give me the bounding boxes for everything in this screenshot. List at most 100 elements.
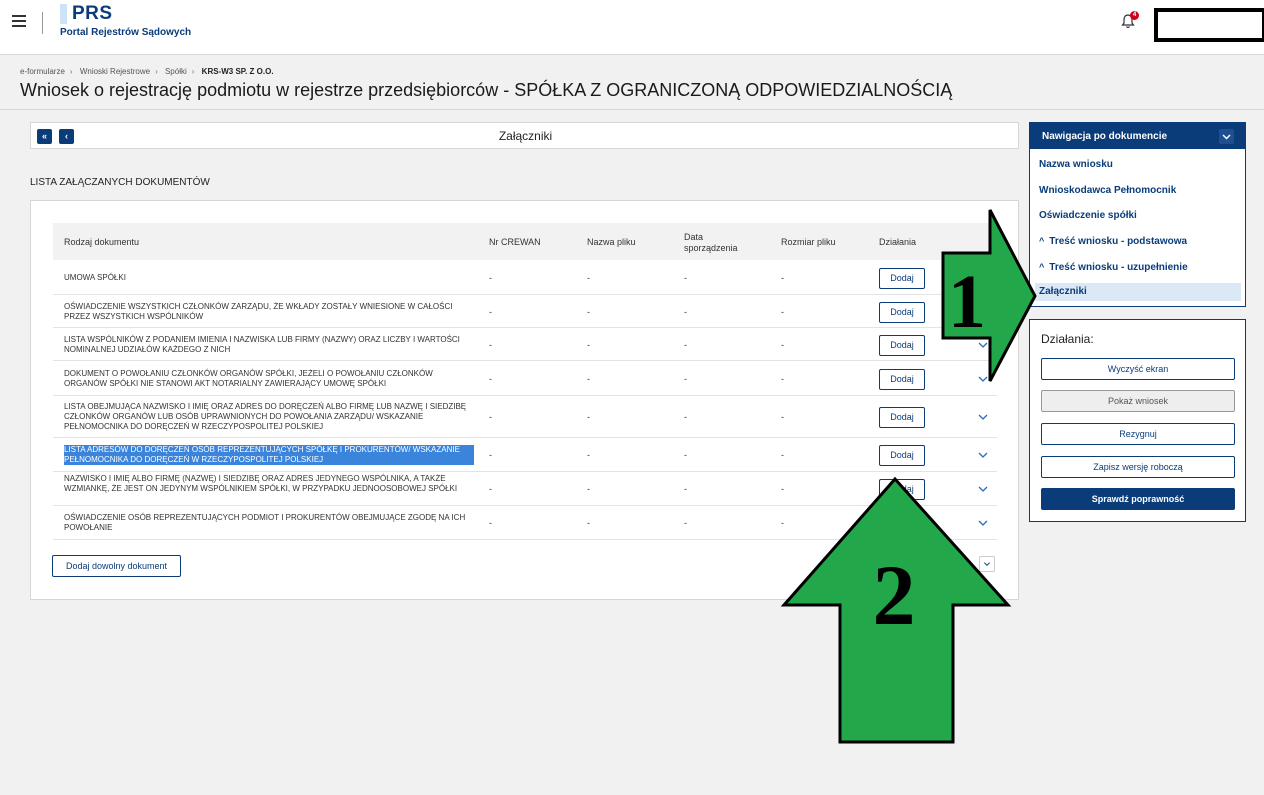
table-cell: - (781, 450, 784, 460)
table-cell: - (684, 518, 687, 528)
title-divider (0, 109, 1264, 110)
logo-mark (60, 4, 67, 24)
breadcrumb-item[interactable]: Spółki (165, 67, 187, 76)
add-document-button[interactable]: Dodaj (879, 513, 925, 534)
chevron-down-icon[interactable] (977, 484, 989, 494)
chevron-down-icon[interactable] (977, 450, 989, 460)
table-header: Rodzaj dokumentu Nr CREWAN Nazwa pliku D… (53, 223, 997, 260)
column-header: Działania (879, 237, 917, 247)
document-type-cell: OŚWIADCZENIE WSZYSTKICH CZŁONKÓW ZARZĄDU… (64, 302, 453, 321)
breadcrumb-separator: › (191, 67, 195, 76)
list-heading: LISTA ZAŁĄCZANYCH DOKUMENTÓW (30, 177, 210, 188)
column-header: Nazwa pliku (587, 237, 636, 247)
table-cell: - (781, 340, 784, 350)
document-type-cell: LISTA ADRESÓW DO DORĘCZEŃ OSÓB REPREZENT… (64, 445, 474, 465)
chevron-down-icon[interactable] (979, 556, 995, 572)
previous-section-button[interactable]: ‹ (59, 129, 74, 144)
add-any-document-button[interactable]: Dodaj dowolny dokument (52, 555, 181, 577)
table-cell: - (781, 273, 784, 283)
table-cell: - (587, 374, 590, 384)
table-cell: - (684, 273, 687, 283)
top-bar: PRS Portal Rejestrów Sądowych 4 (0, 0, 1264, 55)
table-cell: - (781, 484, 784, 494)
navigation-panel-header: Nawigacja po dokumencie (1030, 123, 1245, 149)
nav-item[interactable]: Oświadczenie spółki (1039, 207, 1241, 225)
add-document-button[interactable]: Dodaj (879, 479, 925, 500)
table-cell: - (781, 518, 784, 528)
chevron-down-icon[interactable] (977, 340, 989, 350)
table-cell: - (781, 374, 784, 384)
chevron-down-icon[interactable] (977, 518, 989, 528)
cancel-button[interactable]: Rezygnuj (1041, 423, 1235, 445)
add-document-button[interactable]: Dodaj (879, 445, 925, 466)
logo-subtitle[interactable]: Portal Rejestrów Sądowych (60, 27, 191, 38)
table-row: NAZWISKO I IMIĘ ALBO FIRMĘ (NAZWĘ) I SIE… (53, 472, 997, 506)
hamburger-menu-icon[interactable] (12, 15, 26, 27)
table-row: OŚWIADCZENIE WSZYSTKICH CZŁONKÓW ZARZĄDU… (53, 295, 997, 328)
document-navigation-panel: Nawigacja po dokumencie Nazwa wniosku Wni… (1029, 122, 1246, 307)
nav-item-label: Treść wniosku - uzupełnienie (1049, 262, 1188, 273)
table-cell: - (587, 273, 590, 283)
nav-item[interactable]: ^ Treść wniosku - uzupełnienie (1039, 258, 1241, 276)
clear-screen-button[interactable]: Wyczyść ekran (1041, 358, 1235, 380)
add-document-button[interactable]: Dodaj (879, 407, 925, 428)
nav-item[interactable]: Wnioskodawca Pełnomocnik (1039, 182, 1241, 200)
table-cell: - (684, 484, 687, 494)
table-row: UMOWA SPÓŁKI - - - - Dodaj (53, 260, 997, 295)
document-type-cell: LISTA OBEJMUJĄCA NAZWISKO I IMIĘ ORAZ AD… (64, 402, 467, 431)
breadcrumb-item[interactable]: Wnioski Rejestrowe (80, 67, 150, 76)
breadcrumb-current: KRS-W3 SP. Z O.O. (201, 67, 274, 76)
table-cell: - (587, 340, 590, 350)
actions-panel: Działania: Wyczyść ekran Pokaż wniosek R… (1029, 319, 1246, 522)
table-cell: - (489, 273, 492, 283)
table-cell: - (489, 412, 492, 422)
document-type-cell: OŚWIADCZENIE OSÓB REPREZENTUJĄCYCH PODMI… (64, 513, 466, 532)
document-type-cell: LISTA WSPÓLNIKÓW Z PODANIEM IMIENIA I NA… (64, 335, 460, 354)
chevron-down-icon[interactable] (977, 374, 989, 384)
chevron-up-icon: ^ (1039, 236, 1045, 246)
table-cell: - (781, 412, 784, 422)
validate-button[interactable]: Sprawdź poprawność (1041, 488, 1235, 510)
section-title: Załączniki (498, 129, 553, 143)
chevron-up-icon: ^ (1039, 262, 1045, 272)
add-document-button[interactable]: Dodaj (879, 369, 925, 390)
add-document-button[interactable]: Dodaj (879, 268, 925, 289)
add-document-button[interactable]: Dodaj (879, 335, 925, 356)
nav-item[interactable]: ^ Treść wniosku - podstawowa (1039, 232, 1241, 250)
table-cell: - (489, 450, 492, 460)
nav-item-label: Nazwa wniosku (1039, 159, 1113, 170)
table-cell: - (489, 484, 492, 494)
nav-item[interactable]: Nazwa wniosku (1039, 156, 1241, 174)
table-row: LISTA OBEJMUJĄCA NAZWISKO I IMIĘ ORAZ AD… (53, 396, 997, 438)
table-row: DOKUMENT O POWOŁANIU CZŁONKÓW ORGANÓW SP… (53, 361, 997, 396)
user-menu[interactable] (1154, 8, 1264, 42)
logo-title[interactable]: PRS (72, 3, 113, 25)
section-navigator: Załączniki « ‹ (30, 122, 1019, 149)
document-type-cell: DOKUMENT O POWOŁANIU CZŁONKÓW ORGANÓW SP… (64, 369, 433, 388)
table-cell: - (684, 340, 687, 350)
document-type-cell: NAZWISKO I IMIĘ ALBO FIRMĘ (NAZWĘ) I SIE… (64, 474, 458, 493)
chevron-down-icon[interactable] (977, 412, 989, 422)
chevron-down-icon[interactable] (1219, 129, 1234, 144)
breadcrumb-separator: › (69, 67, 73, 76)
table-row: LISTA WSPÓLNIKÓW Z PODANIEM IMIENIA I NA… (53, 328, 997, 361)
table-cell: - (489, 374, 492, 384)
table-cell: - (587, 484, 590, 494)
table-cell: - (684, 374, 687, 384)
notification-badge: 4 (1130, 11, 1139, 20)
column-header: Data sporządzenia (684, 232, 738, 253)
table-cell: - (684, 412, 687, 422)
breadcrumb-item[interactable]: e-formularze (20, 67, 65, 76)
show-application-button[interactable]: Pokaż wniosek (1041, 390, 1235, 412)
table-cell: - (489, 340, 492, 350)
nav-item-label: Wnioskodawca Pełnomocnik (1039, 185, 1177, 196)
nav-item[interactable]: Załączniki (1035, 283, 1241, 301)
first-section-button[interactable]: « (37, 129, 52, 144)
breadcrumb-separator: › (155, 67, 158, 76)
table-cell: - (489, 307, 492, 317)
column-header: Rozmiar pliku (781, 237, 836, 247)
table-cell: - (781, 307, 784, 317)
add-document-button[interactable]: Dodaj (879, 302, 925, 323)
table-row: OŚWIADCZENIE OSÓB REPREZENTUJĄCYCH PODMI… (53, 506, 997, 540)
save-draft-button[interactable]: Zapisz wersję roboczą (1041, 456, 1235, 478)
